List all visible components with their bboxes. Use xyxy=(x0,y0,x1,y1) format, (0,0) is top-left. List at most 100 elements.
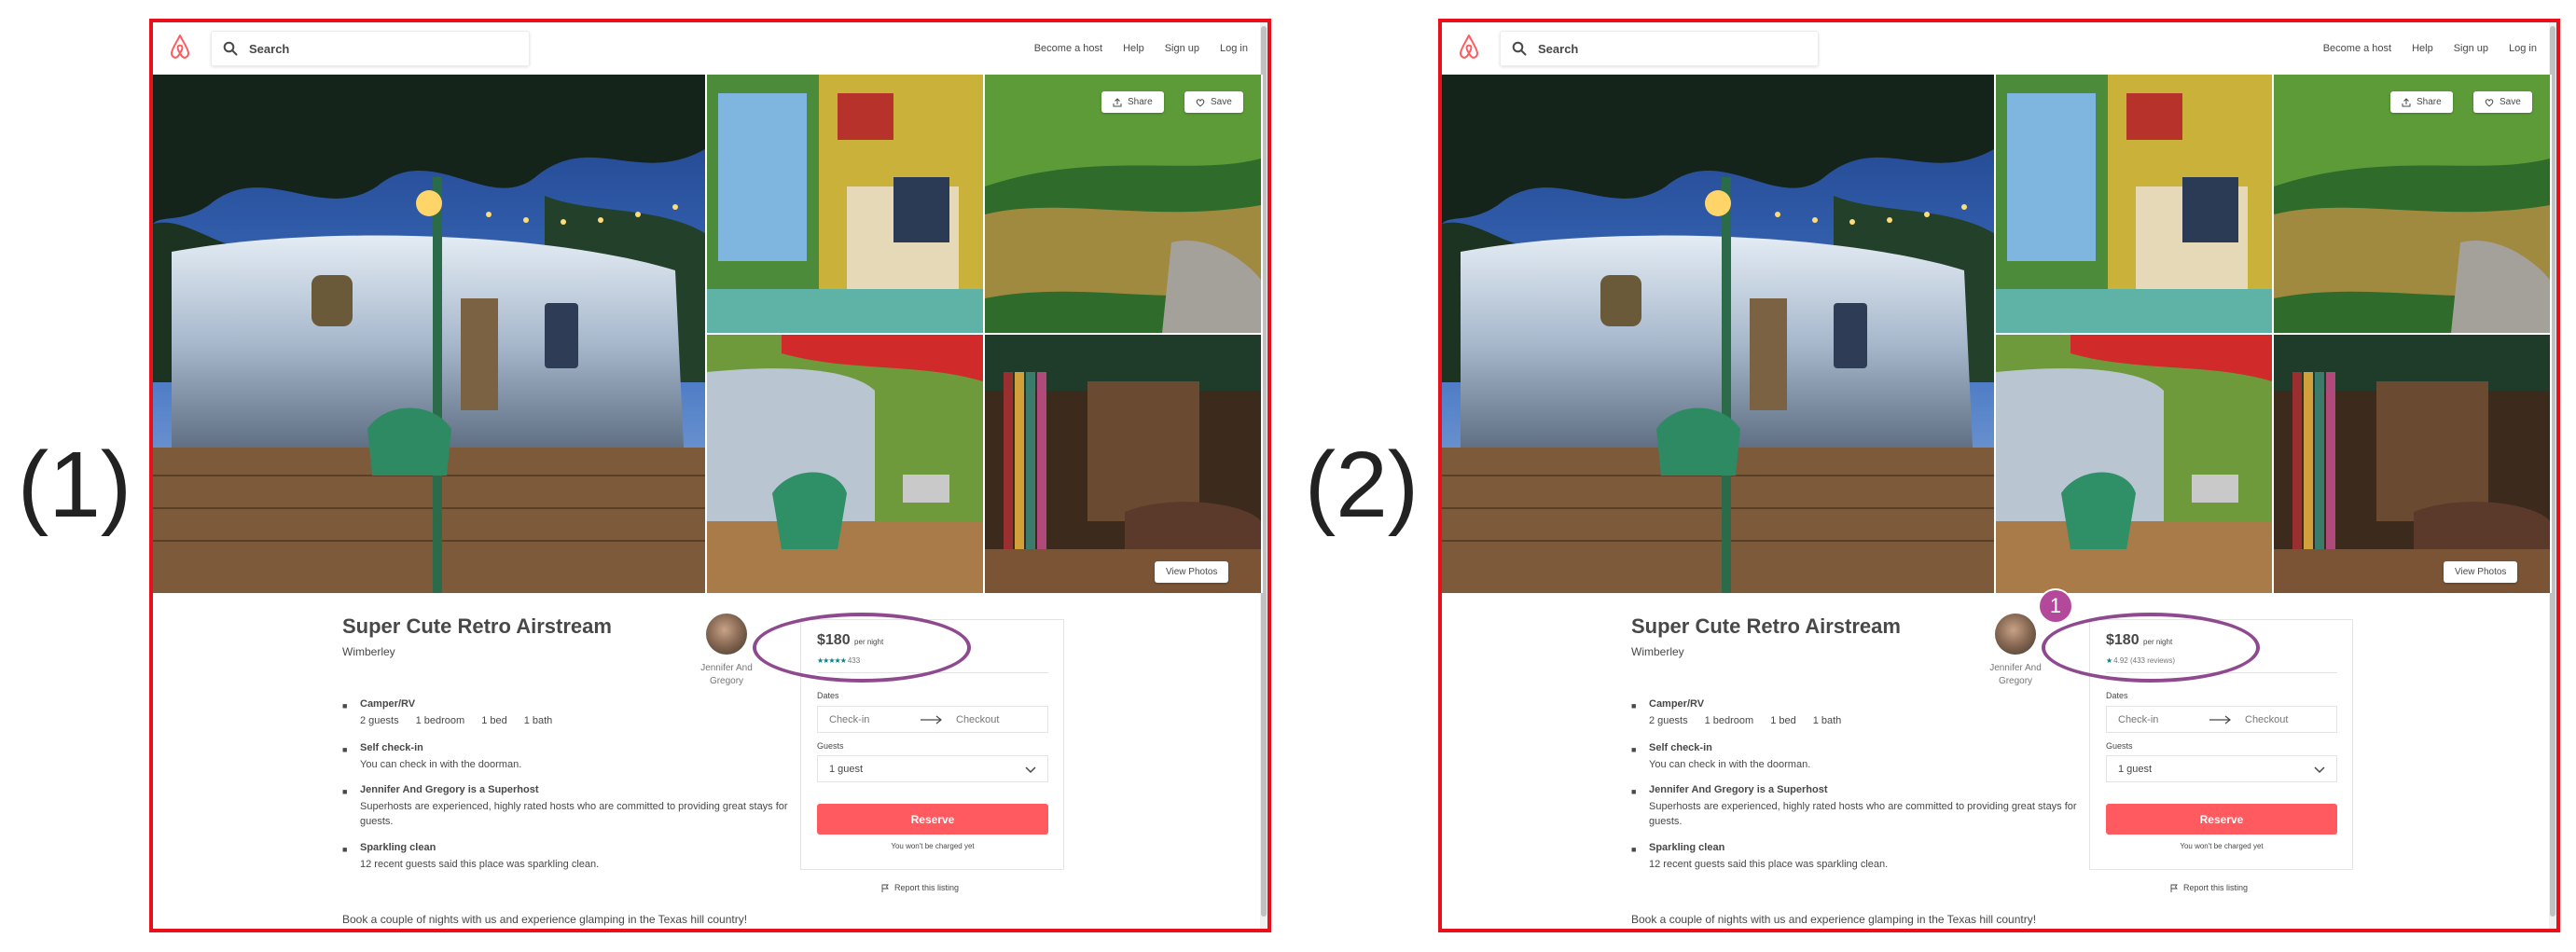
medal-icon: ■ xyxy=(342,787,348,796)
spec-baths: 1 bath xyxy=(1812,715,1842,726)
photo-creek[interactable] xyxy=(2274,75,2550,333)
share-icon xyxy=(1113,97,1122,106)
report-listing-link[interactable]: Report this listing xyxy=(881,883,959,892)
checkin-field[interactable]: Check-in xyxy=(829,714,869,725)
spec-baths: 1 bath xyxy=(523,715,553,726)
dates-label: Dates xyxy=(2106,691,2128,700)
annotation-highlight-ellipse xyxy=(2042,613,2260,683)
medal-icon: ■ xyxy=(1631,787,1637,796)
top-header: Become a host Help Sign up Log in xyxy=(153,22,1263,75)
feature-description: 12 recent guests said this place was spa… xyxy=(360,859,600,870)
share-button[interactable]: Share xyxy=(2390,91,2453,113)
log-in-link[interactable]: Log in xyxy=(2509,43,2537,54)
view-photos-label: View Photos xyxy=(1166,567,1218,577)
host-avatar[interactable] xyxy=(706,614,747,655)
guests-value: 1 guest xyxy=(829,763,864,775)
arrow-right-icon xyxy=(2209,715,2231,724)
report-listing-link[interactable]: Report this listing xyxy=(2170,883,2248,892)
date-range-picker[interactable]: Check-in Checkout xyxy=(2106,706,2337,733)
view-photos-button[interactable]: View Photos xyxy=(1155,561,1229,583)
chevron-down-icon xyxy=(1025,766,1036,774)
help-link[interactable]: Help xyxy=(1123,43,1144,54)
save-label: Save xyxy=(2500,97,2521,107)
photo-gallery: Share Save View Photos xyxy=(1442,75,2552,593)
top-nav: Become a host Help Sign up Log in xyxy=(2323,22,2537,75)
spec-guests: 2 guests xyxy=(360,715,399,726)
guests-dropdown[interactable]: 1 guest xyxy=(817,755,1048,782)
listing-description: Book a couple of nights with us and expe… xyxy=(342,913,748,926)
search-input[interactable] xyxy=(1536,40,1801,57)
airbnb-logo-icon[interactable] xyxy=(168,34,192,60)
search-bar[interactable] xyxy=(211,31,530,66)
guests-value: 1 guest xyxy=(2118,763,2153,775)
dates-label: Dates xyxy=(817,691,839,700)
guests-dropdown[interactable]: 1 guest xyxy=(2106,755,2337,782)
chevron-down-icon xyxy=(2314,766,2325,774)
share-button[interactable]: Share xyxy=(1101,91,1164,113)
airbnb-logo-icon[interactable] xyxy=(1457,34,1481,60)
reserve-button[interactable]: Reserve xyxy=(817,804,1048,835)
host-avatar[interactable] xyxy=(1995,614,2036,655)
search-icon xyxy=(1512,41,1527,56)
feature-specs: 2 guests 1 bedroom 1 bed 1 bath xyxy=(360,714,789,729)
become-host-link[interactable]: Become a host xyxy=(2323,43,2391,54)
flag-icon xyxy=(881,884,889,892)
view-photos-label: View Photos xyxy=(2455,567,2507,577)
photo-patio-chair[interactable] xyxy=(1996,335,2272,593)
host-name-line1: Jennifer And xyxy=(700,663,753,673)
home-icon: ■ xyxy=(1631,701,1637,711)
heart-icon xyxy=(2485,98,2494,106)
search-bar[interactable] xyxy=(1500,31,1819,66)
feature-title: Self check-in xyxy=(360,742,423,753)
photo-gallery: Share Save View Photos xyxy=(153,75,1263,593)
feature-title: Sparkling clean xyxy=(1649,842,1725,853)
feature-title: Jennifer And Gregory is a Superhost xyxy=(360,784,539,795)
sign-up-link[interactable]: Sign up xyxy=(1165,43,1199,54)
feature-description: Superhosts are experienced, highly rated… xyxy=(360,801,788,827)
feature-title: Self check-in xyxy=(1649,742,1712,753)
photo-airstream-main[interactable] xyxy=(153,75,705,593)
host-name-line2: Gregory xyxy=(709,675,744,686)
photo-patio-chair[interactable] xyxy=(707,335,983,593)
sparkle-icon: ■ xyxy=(342,845,348,854)
feature-title: Camper/RV xyxy=(360,698,416,710)
home-icon: ■ xyxy=(342,701,348,711)
guests-label: Guests xyxy=(817,741,844,751)
top-header: Become a host Help Sign up Log in xyxy=(1442,22,2552,75)
save-button[interactable]: Save xyxy=(2473,91,2532,113)
photo-hot-tub[interactable] xyxy=(985,335,1261,593)
checkin-field[interactable]: Check-in xyxy=(2118,714,2158,725)
share-icon xyxy=(2402,97,2411,106)
search-input[interactable] xyxy=(247,40,512,57)
share-label: Share xyxy=(2417,97,2442,107)
date-range-picker[interactable]: Check-in Checkout xyxy=(817,706,1048,733)
feature-title: Jennifer And Gregory is a Superhost xyxy=(1649,784,1828,795)
listing-title: Super Cute Retro Airstream xyxy=(1631,614,1901,638)
host-name[interactable]: Jennifer And Gregory xyxy=(685,662,769,687)
help-link[interactable]: Help xyxy=(2412,43,2433,54)
report-label: Report this listing xyxy=(2183,883,2249,892)
search-icon xyxy=(223,41,238,56)
become-host-link[interactable]: Become a host xyxy=(1034,43,1102,54)
host-name-line1: Jennifer And xyxy=(1989,663,2042,673)
view-photos-button[interactable]: View Photos xyxy=(2444,561,2518,583)
log-in-link[interactable]: Log in xyxy=(1220,43,1248,54)
photo-kitchen-interior[interactable] xyxy=(707,75,983,333)
sign-up-link[interactable]: Sign up xyxy=(2454,43,2488,54)
photo-kitchen-interior[interactable] xyxy=(1996,75,2272,333)
sparkle-icon: ■ xyxy=(1631,845,1637,854)
save-button[interactable]: Save xyxy=(1184,91,1243,113)
checkout-field[interactable]: Checkout xyxy=(956,714,999,725)
reserve-button[interactable]: Reserve xyxy=(2106,804,2337,835)
checkout-field[interactable]: Checkout xyxy=(2245,714,2288,725)
heart-icon xyxy=(1196,98,1205,106)
top-nav: Become a host Help Sign up Log in xyxy=(1034,22,1248,75)
photo-airstream-main[interactable] xyxy=(1442,75,1994,593)
annotation-highlight-ellipse xyxy=(753,613,971,683)
spec-guests: 2 guests xyxy=(1649,715,1688,726)
photo-hot-tub[interactable] xyxy=(2274,335,2550,593)
listing-location: Wimberley xyxy=(342,645,395,658)
host-name[interactable]: Jennifer And Gregory xyxy=(1974,662,2057,687)
photo-creek[interactable] xyxy=(985,75,1261,333)
no-charge-note: You won't be charged yet xyxy=(2180,842,2264,850)
